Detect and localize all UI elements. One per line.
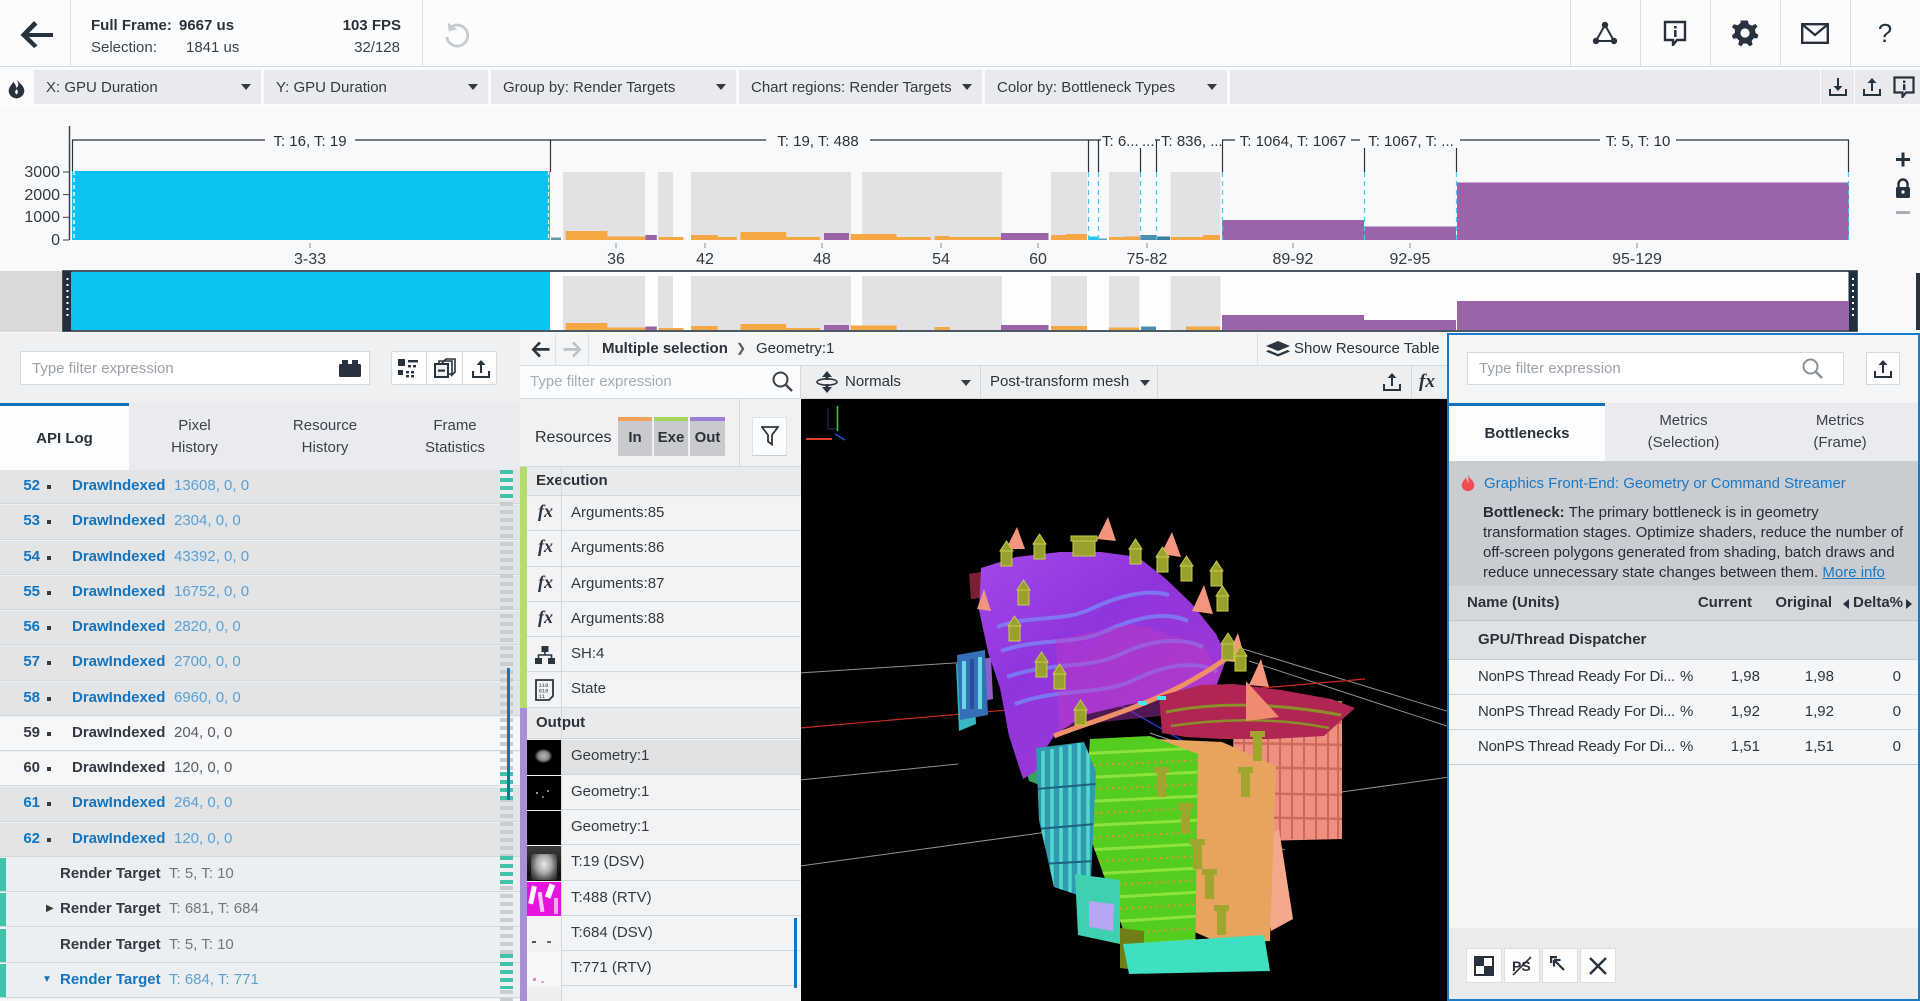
svg-text:48: 48 (813, 251, 831, 268)
svg-text:3000: 3000 (24, 164, 60, 181)
svg-text:T: 6...: T: 6... (1102, 133, 1139, 150)
svg-text:92-95: 92-95 (1390, 251, 1431, 268)
svg-text:75-82: 75-82 (1127, 251, 1168, 268)
svg-text:...: ... (1142, 133, 1155, 150)
svg-text:95-129: 95-129 (1612, 251, 1662, 268)
svg-text:2000: 2000 (24, 187, 60, 204)
svg-text:1000: 1000 (24, 209, 60, 226)
svg-text:60: 60 (1029, 251, 1047, 268)
svg-text:0: 0 (51, 232, 60, 249)
svg-text:T: 5, T: 10: T: 5, T: 10 (1606, 133, 1671, 150)
svg-text:42: 42 (696, 251, 714, 268)
svg-text:T: 836, ...: T: 836, ... (1161, 133, 1223, 150)
svg-text:54: 54 (932, 251, 950, 268)
svg-text:3-33: 3-33 (294, 251, 326, 268)
svg-text:T: 19, T: 488: T: 19, T: 488 (777, 133, 858, 150)
svg-text:11: 11 (539, 693, 546, 700)
svg-text:89-92: 89-92 (1273, 251, 1314, 268)
svg-text:T: 16, T: 19: T: 16, T: 19 (273, 133, 346, 150)
svg-text:36: 36 (607, 251, 625, 268)
svg-text:T: 1067, T: ...: T: 1067, T: ... (1368, 133, 1454, 150)
svg-text:T: 1064, T: 1067: T: 1064, T: 1067 (1240, 133, 1346, 150)
